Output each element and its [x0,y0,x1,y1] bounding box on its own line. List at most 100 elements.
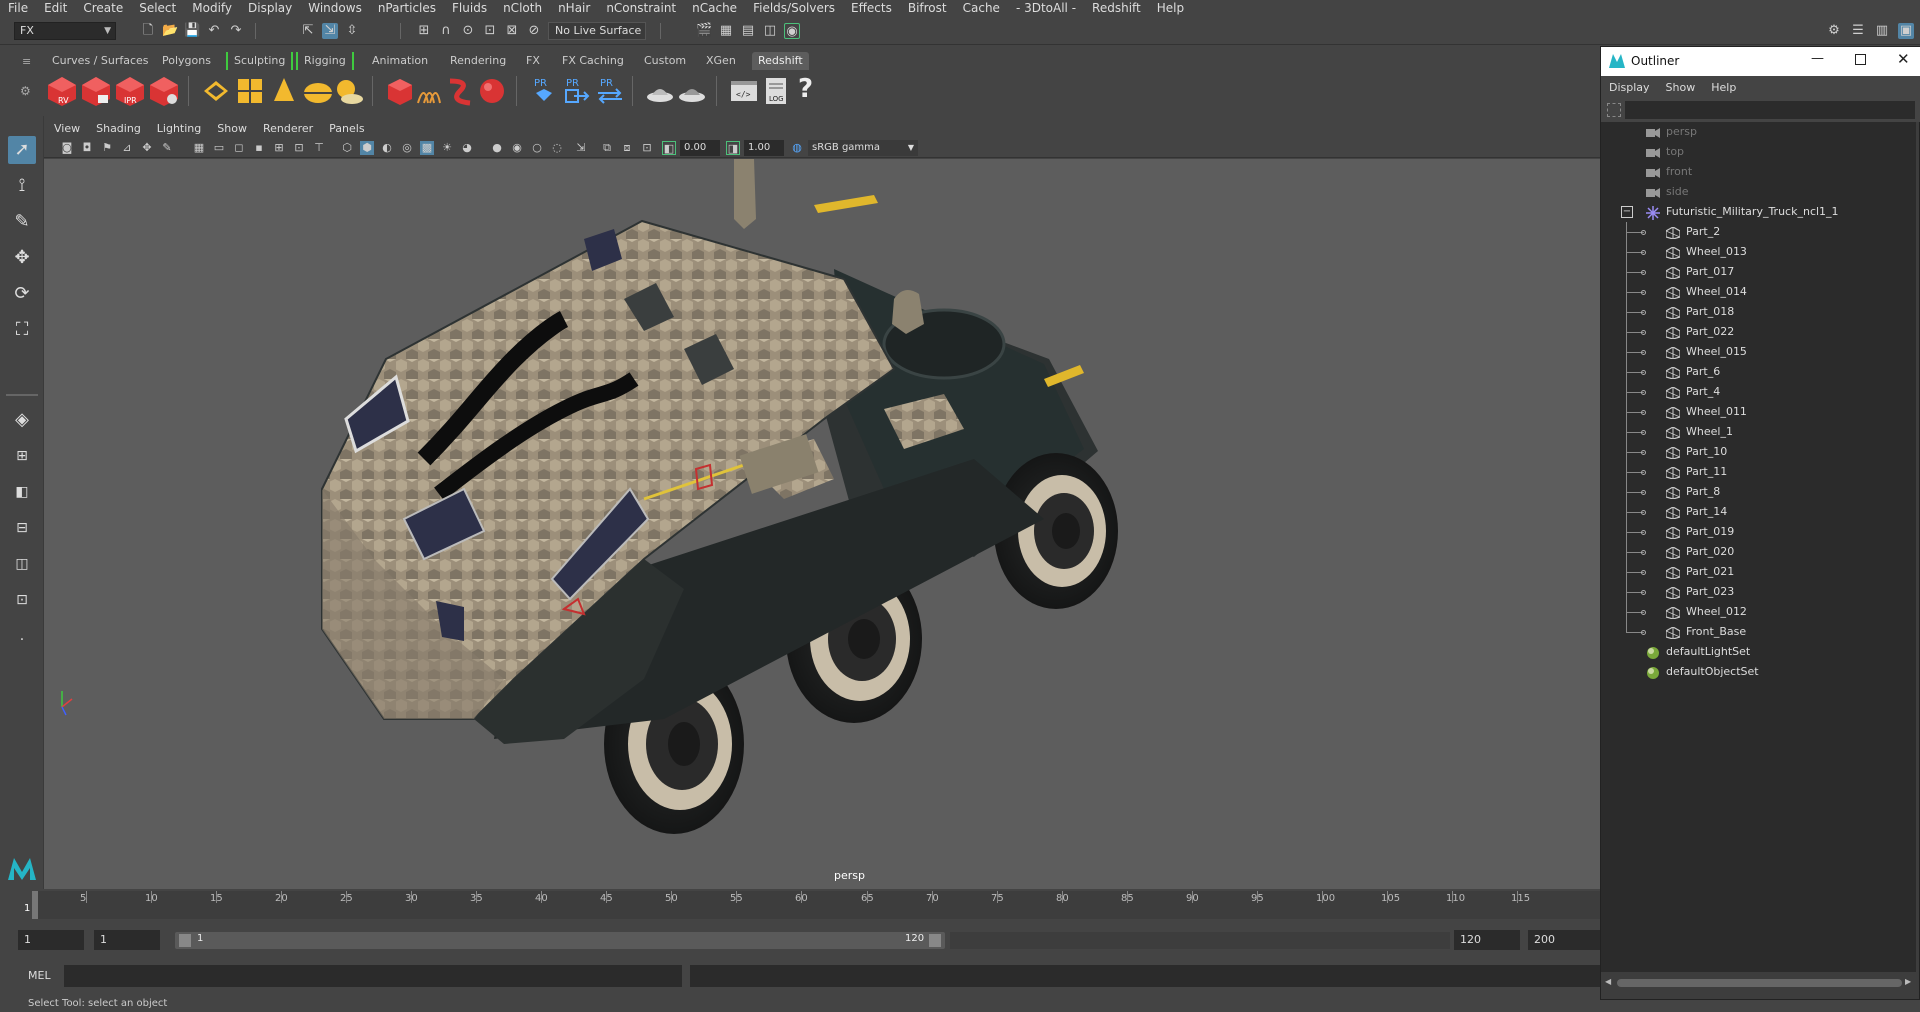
grease-pencil-icon[interactable]: ✎ [160,141,174,155]
collapse-icon[interactable]: − [1621,206,1633,218]
panel-menu-shading[interactable]: Shading [96,122,141,135]
expand-dot-icon[interactable] [1641,450,1646,455]
bookmark-icon[interactable]: ⚑ [100,141,114,155]
tab-redshift[interactable]: Redshift [752,52,809,70]
exposure-field[interactable]: 0.00 [680,140,720,156]
outliner-menu-help[interactable]: Help [1711,81,1736,94]
expand-dot-icon[interactable] [1641,230,1646,235]
help-icon[interactable]: ? [798,74,813,104]
outliner-mesh-item[interactable]: Part_022 [1601,322,1916,342]
isolate-select-icon[interactable]: ⇲ [574,141,588,155]
panel-menu-lighting[interactable]: Lighting [157,122,201,135]
menu-nhair[interactable]: nHair [550,0,598,17]
live-surface-field[interactable]: No Live Surface [548,22,646,40]
ipr-render-icon[interactable]: ▦ [718,23,734,39]
outliner-search-input[interactable] [1625,101,1915,119]
rs-bowl-icon[interactable] [644,75,676,107]
outliner-camera-front[interactable]: front [1601,162,1916,182]
safe-title-icon[interactable]: ⊤ [312,141,326,155]
expand-dot-icon[interactable] [1641,250,1646,255]
expand-dot-icon[interactable] [1641,610,1646,615]
panel-menu-panels[interactable]: Panels [329,122,364,135]
wireframe-icon[interactable]: ⬡ [340,141,354,155]
outliner-mesh-item[interactable]: Part_2 [1601,222,1916,242]
xray-icon[interactable]: ⧉ [600,141,614,155]
outliner-menu-display[interactable]: Display [1609,81,1650,94]
outliner-mesh-item[interactable]: Part_017 [1601,262,1916,282]
render-settings-icon[interactable]: ▤ [740,23,756,39]
menu-3dtoall[interactable]: - 3DtoAll - [1008,0,1084,17]
expand-dot-icon[interactable] [1641,630,1646,635]
expand-dot-icon[interactable] [1641,290,1646,295]
menu-redshift[interactable]: Redshift [1084,0,1149,17]
field-chart-icon[interactable]: ⊞ [272,141,286,155]
outliner-set-item[interactable]: defaultLightSet [1601,642,1916,662]
render-ipr-icon[interactable]: IPR [114,75,146,107]
menu-fluids[interactable]: Fluids [444,0,495,17]
persp-graph-layout-icon[interactable]: ⊟ [8,514,36,542]
rotate-tool-icon[interactable]: ⟳ [8,280,36,308]
outliner-mesh-item[interactable]: Part_11 [1601,462,1916,482]
paint-select-tool-icon[interactable]: ✎ [8,208,36,236]
command-input[interactable] [64,965,682,987]
panel-menu-show[interactable]: Show [217,122,247,135]
shelf-menu-icon[interactable]: ≡ [22,55,31,68]
outliner-mesh-item[interactable]: Part_023 [1601,582,1916,602]
menu-file[interactable]: File [0,0,36,17]
gamma-field[interactable]: 1.00 [744,140,784,156]
outliner-mesh-item[interactable]: Part_8 [1601,482,1916,502]
anti-aliasing-icon[interactable]: ○ [530,141,544,155]
outliner-mesh-item[interactable]: Part_6 [1601,362,1916,382]
channel-box-icon[interactable]: ▣ [1898,23,1914,39]
outliner-mesh-item[interactable]: Part_10 [1601,442,1916,462]
rs-light-icon[interactable] [200,75,232,107]
menu-fields-solvers[interactable]: Fields/Solvers [745,0,843,17]
panel-menu-renderer[interactable]: Renderer [263,122,313,135]
command-language-toggle[interactable]: MEL [28,969,51,982]
expand-dot-icon[interactable] [1641,270,1646,275]
persp-outliner-layout-icon[interactable]: ◧ [8,478,36,506]
outliner-mesh-item[interactable]: Wheel_012 [1601,602,1916,622]
hypershade-layout-icon[interactable]: ◫ [8,550,36,578]
xray-components-icon[interactable]: ⊡ [640,141,654,155]
uv-editor-layout-icon[interactable]: ⊡ [8,586,36,614]
outliner-mesh-item[interactable]: Part_019 [1601,522,1916,542]
playhead[interactable] [32,891,38,919]
animation-end-field[interactable]: 200 [1528,930,1600,950]
expand-dot-icon[interactable] [1641,530,1646,535]
outliner-camera-side[interactable]: side [1601,182,1916,202]
outliner-camera-persp[interactable]: persp [1601,122,1916,142]
scrollbar-thumb[interactable] [1617,979,1902,987]
shadows-icon[interactable]: ◕ [460,141,474,155]
new-scene-icon[interactable]: 🗋 [140,23,156,39]
tool-settings-icon[interactable]: ▥ [1874,23,1890,39]
maximize-icon[interactable] [1855,54,1866,65]
gate-mask-icon[interactable]: ▪ [252,141,266,155]
expand-dot-icon[interactable] [1641,370,1646,375]
menu-bifrost[interactable]: Bifrost [900,0,955,17]
menu-help[interactable]: Help [1149,0,1192,17]
smooth-shade-icon[interactable]: ⬢ [360,141,374,155]
default-material-icon[interactable]: ◐ [380,141,394,155]
menu-ncache[interactable]: nCache [684,0,745,17]
outliner-mesh-item[interactable]: Wheel_011 [1601,402,1916,422]
tab-fx-caching[interactable]: FX Caching [556,52,630,70]
outliner-set-item[interactable]: defaultObjectSet [1601,662,1916,682]
snap-surface-icon[interactable]: ⊠ [504,23,520,39]
tab-rendering[interactable]: Rendering [444,52,512,70]
range-slider[interactable]: 1 120 [175,932,945,949]
motion-blur-icon[interactable]: ◉ [510,141,524,155]
menu-modify[interactable]: Modify [184,0,240,17]
snap-point-icon[interactable]: ⊙ [460,23,476,39]
menu-nconstraint[interactable]: nConstraint [598,0,684,17]
image-plane-icon[interactable]: ⊿ [120,141,134,155]
expand-dot-icon[interactable] [1641,330,1646,335]
snap-live-icon[interactable]: ⊘ [526,23,542,39]
tab-fx[interactable]: FX [520,52,546,70]
render-view-rv-icon[interactable]: RV [46,75,78,107]
menu-display[interactable]: Display [240,0,300,17]
render-view-icon[interactable]: ◉ [784,23,800,39]
undo-icon[interactable]: ↶ [206,23,222,39]
camera-attrs-icon[interactable]: ◘ [80,141,94,155]
screen-space-ao-icon[interactable]: ● [490,141,504,155]
